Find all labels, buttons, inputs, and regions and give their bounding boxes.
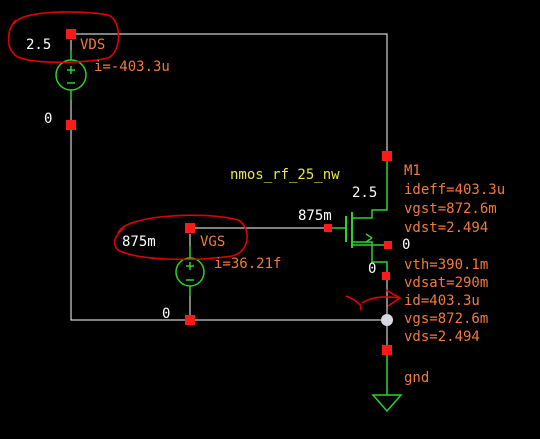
op-param-id: id=403.3u	[404, 293, 480, 309]
drain-node-voltage-label: 2.5	[352, 185, 378, 201]
gnd-label[interactable]: gnd	[404, 371, 429, 385]
vgs-current-label: i=36.21f	[214, 256, 282, 272]
vgs-plus-pin[interactable]	[185, 223, 195, 233]
vgs-value-label: 875m	[122, 234, 156, 250]
vds-plus-pin[interactable]	[66, 29, 76, 39]
vgs-minus-pin[interactable]	[185, 315, 195, 325]
vds-name-label[interactable]: VDS	[80, 38, 105, 52]
m1-instance-label[interactable]: M1	[404, 164, 421, 178]
vgs-bottom-net-label: 0	[162, 306, 171, 322]
op-param-vdst: vdst=2.494	[404, 220, 489, 236]
vds-value-label: 2.5	[26, 37, 52, 53]
vds-bottom-net-label: 0	[44, 111, 53, 127]
op-param-vdsat: vdsat=290m	[404, 275, 489, 291]
op-param-vgs: vgs=872.6m	[404, 311, 489, 327]
op-param-ideff: ideff=403.3u	[404, 182, 506, 198]
vds-current-label: i=-403.3u	[94, 59, 170, 75]
m1-drain-pin[interactable]	[382, 151, 392, 161]
vgs-name-label[interactable]: VGS	[200, 235, 225, 249]
vds-minus-pin[interactable]	[66, 120, 76, 130]
m1-source-pin[interactable]	[382, 272, 390, 280]
bulk-node-net-label: 0	[402, 237, 411, 253]
gnd-pin[interactable]	[382, 345, 392, 355]
op-param-vds: vds=2.494	[404, 329, 480, 345]
source-junction-dot	[381, 314, 393, 326]
op-param-vth: vth=390.1m	[404, 257, 489, 273]
op-param-vgst: vgst=872.6m	[404, 201, 497, 217]
m1-gate-pin[interactable]	[324, 224, 332, 232]
source-node-net-label: 0	[368, 261, 377, 277]
gate-node-voltage-label: 875m	[298, 208, 332, 224]
m1-bulk-pin[interactable]	[384, 241, 392, 249]
m1-cell-name-label: nmos_rf_25_nw	[230, 167, 340, 183]
